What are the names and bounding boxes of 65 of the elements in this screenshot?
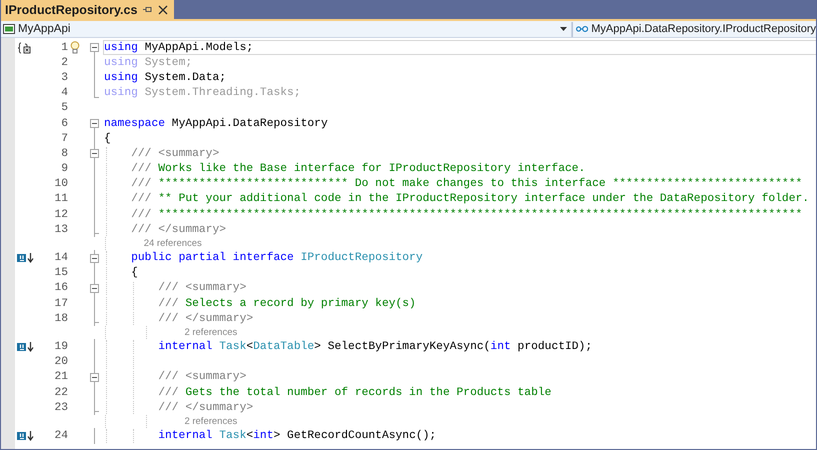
code-line: /// </summary> bbox=[158, 312, 254, 325]
document-tab[interactable]: IProductRepository.cs bbox=[1, 0, 174, 19]
code-line: /// Works like the Base interface for IProductRepository interface. bbox=[131, 163, 586, 176]
code-line: using System; bbox=[104, 56, 192, 69]
code-line: using System.Data; bbox=[104, 72, 226, 84]
collapse-toggle[interactable] bbox=[90, 284, 99, 293]
code-line: /// <summary> bbox=[131, 148, 220, 160]
line-number: 5 bbox=[60, 102, 68, 114]
code-line: /// **************************** Do not make changes to this interface **************************** bbox=[131, 178, 802, 190]
line-number: 16 bbox=[53, 282, 68, 294]
line-number: 11 bbox=[53, 193, 68, 206]
code-line: { bbox=[104, 132, 111, 145]
code-line: internal Task<int> GetRecordCountAsync(); bbox=[158, 430, 436, 442]
collapse-toggle[interactable] bbox=[90, 119, 99, 128]
line-number: 15 bbox=[53, 267, 68, 280]
code-line: /// <summary> bbox=[158, 282, 246, 294]
line-number: 10 bbox=[53, 178, 68, 190]
line-number: 2 bbox=[60, 56, 68, 69]
lightbulb-icon[interactable] bbox=[70, 41, 80, 54]
implementation-icon[interactable] bbox=[17, 342, 35, 352]
close-icon[interactable] bbox=[158, 4, 168, 14]
code-line: { bbox=[131, 267, 138, 280]
line-number: 24 bbox=[53, 430, 68, 442]
line-number: 4 bbox=[60, 87, 68, 100]
line-number: 12 bbox=[53, 208, 68, 221]
collapse-toggle[interactable] bbox=[90, 149, 99, 158]
code-line: using MyAppApi.Models; bbox=[104, 42, 254, 54]
dropdown-caret-icon[interactable] bbox=[560, 27, 567, 31]
interface-icon bbox=[576, 25, 588, 33]
line-number: 7 bbox=[60, 132, 68, 145]
line-number: 22 bbox=[53, 386, 68, 399]
line-number: 6 bbox=[60, 118, 68, 130]
line-number: 23 bbox=[53, 402, 68, 414]
pin-icon[interactable] bbox=[143, 6, 152, 13]
collapse-toggle[interactable] bbox=[90, 43, 99, 52]
collapse-toggle[interactable] bbox=[90, 254, 99, 263]
code-line: /// </summary> bbox=[158, 402, 254, 414]
code-line: internal Task<DataTable> SelectByPrimaryKeyAsync(int productID); bbox=[158, 340, 592, 353]
code-line: /// ** Put your additional code in the IProductRepository interface under the DataRepository folder. bbox=[131, 193, 810, 206]
line-number: 13 bbox=[53, 224, 68, 236]
code-line: /// Gets the total number of records in the Products table bbox=[158, 386, 552, 399]
code-line: /// </summary> bbox=[131, 224, 226, 236]
line-number: 20 bbox=[53, 356, 68, 368]
collapse-toggle[interactable] bbox=[90, 372, 99, 382]
line-number: 3 bbox=[60, 72, 68, 84]
code-line: public partial interface IProductRepository bbox=[131, 252, 423, 264]
code-line: /// *********************************************************************************************** bbox=[131, 208, 802, 221]
line-number: 19 bbox=[53, 340, 68, 353]
csharp-project-icon bbox=[3, 24, 15, 34]
line-number: 9 bbox=[60, 163, 68, 176]
code-line: using System.Threading.Tasks; bbox=[104, 87, 301, 100]
code-line: /// Selects a record by primary key(s) bbox=[158, 298, 416, 310]
code-scope-icon bbox=[17, 42, 31, 54]
member-dropdown[interactable]: MyAppApi.DataRepository.IProductRepository bbox=[572, 22, 816, 36]
line-number: 1 bbox=[60, 42, 68, 54]
line-number: 17 bbox=[53, 298, 68, 310]
line-number: 8 bbox=[60, 148, 68, 160]
implementation-icon[interactable] bbox=[17, 430, 35, 441]
line-number: 14 bbox=[53, 252, 68, 264]
project-dropdown[interactable]: MyAppApi bbox=[1, 22, 572, 36]
line-number: 21 bbox=[53, 371, 68, 384]
line-number: 18 bbox=[53, 312, 68, 325]
code-line: namespace MyAppApi.DataRepository bbox=[104, 118, 328, 130]
implementation-icon[interactable] bbox=[17, 253, 35, 264]
code-line: /// <summary> bbox=[158, 371, 246, 384]
